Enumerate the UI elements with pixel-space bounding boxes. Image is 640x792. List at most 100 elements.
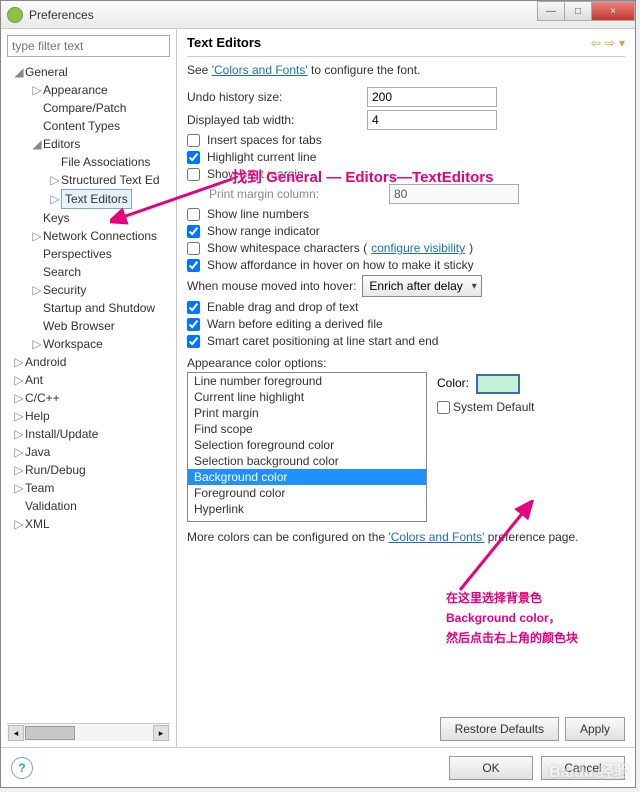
bottom-bar: ? OK Cancel bbox=[1, 747, 635, 787]
tree-editors[interactable]: Editors bbox=[43, 137, 80, 151]
expand-icon[interactable]: ▷ bbox=[31, 81, 43, 99]
maximize-button[interactable]: □ bbox=[564, 1, 592, 21]
tree-install[interactable]: Install/Update bbox=[25, 427, 98, 441]
configure-visibility-link[interactable]: configure visibility bbox=[371, 241, 465, 255]
preferences-tree[interactable]: ◢General ▷Appearance Compare/Patch Conte… bbox=[7, 63, 170, 719]
show-print-margin-checkbox[interactable] bbox=[187, 168, 200, 181]
tree-java[interactable]: Java bbox=[25, 445, 50, 459]
window-buttons: — □ × bbox=[538, 1, 635, 21]
tree-help[interactable]: Help bbox=[25, 409, 50, 423]
tree-startup[interactable]: Startup and Shutdow bbox=[43, 301, 155, 315]
expand-icon[interactable]: ▷ bbox=[13, 461, 25, 479]
tree-android[interactable]: Android bbox=[25, 355, 66, 369]
colors-fonts-link-2[interactable]: 'Colors and Fonts' bbox=[388, 530, 484, 544]
expand-icon[interactable]: ▷ bbox=[13, 353, 25, 371]
tree-texteditors[interactable]: Text Editors bbox=[61, 189, 132, 209]
restore-defaults-button[interactable]: Restore Defaults bbox=[440, 717, 559, 741]
menu-icon[interactable]: ▾ bbox=[619, 36, 625, 50]
tree-network[interactable]: Network Connections bbox=[43, 229, 157, 243]
left-pane: ◢General ▷Appearance Compare/Patch Conte… bbox=[1, 29, 177, 747]
color-swatch[interactable] bbox=[476, 374, 520, 394]
expand-icon[interactable]: ▷ bbox=[13, 515, 25, 533]
tree-fileassoc[interactable]: File Associations bbox=[61, 155, 150, 169]
expand-icon[interactable]: ▷ bbox=[13, 407, 25, 425]
undo-label: Undo history size: bbox=[187, 90, 367, 104]
color-option-item[interactable]: Current line highlight bbox=[188, 389, 426, 405]
color-option-item[interactable]: Foreground color bbox=[188, 485, 426, 501]
color-option-item[interactable]: Line number foreground bbox=[188, 373, 426, 389]
tree-keys[interactable]: Keys bbox=[43, 211, 70, 225]
app-icon bbox=[7, 7, 23, 23]
system-default-checkbox[interactable] bbox=[437, 401, 450, 414]
highlight-line-checkbox[interactable] bbox=[187, 151, 200, 164]
tree-xml[interactable]: XML bbox=[25, 517, 50, 531]
print-margin-label: Print margin column: bbox=[209, 187, 389, 201]
tree-structured[interactable]: Structured Text Ed bbox=[61, 173, 160, 187]
page-title: Text Editors bbox=[187, 35, 261, 50]
tree-validation[interactable]: Validation bbox=[25, 499, 77, 513]
affordance-checkbox[interactable] bbox=[187, 259, 200, 272]
drag-drop-checkbox[interactable] bbox=[187, 301, 200, 314]
tree-general[interactable]: General bbox=[25, 65, 68, 79]
close-button[interactable]: × bbox=[591, 1, 635, 21]
expand-icon[interactable]: ▷ bbox=[13, 389, 25, 407]
apply-button[interactable]: Apply bbox=[565, 717, 625, 741]
forward-icon[interactable]: ⇨ bbox=[605, 36, 615, 50]
titlebar[interactable]: Preferences — □ × bbox=[1, 1, 635, 29]
tab-width-label: Displayed tab width: bbox=[187, 113, 367, 127]
tree-perspectives[interactable]: Perspectives bbox=[43, 247, 112, 261]
expand-icon[interactable]: ▷ bbox=[49, 190, 61, 208]
tree-workspace[interactable]: Workspace bbox=[43, 337, 103, 351]
scroll-right-button[interactable]: ▸ bbox=[153, 725, 169, 741]
expand-icon[interactable]: ▷ bbox=[13, 479, 25, 497]
expand-icon[interactable]: ▷ bbox=[13, 425, 25, 443]
color-option-item[interactable]: Print margin bbox=[188, 405, 426, 421]
insert-spaces-checkbox[interactable] bbox=[187, 134, 200, 147]
expand-icon[interactable]: ◢ bbox=[13, 63, 25, 81]
back-icon[interactable]: ⇦ bbox=[591, 36, 601, 50]
color-option-item[interactable]: Selection foreground color bbox=[188, 437, 426, 453]
tree-search[interactable]: Search bbox=[43, 265, 81, 279]
color-option-item[interactable]: Selection background color bbox=[188, 453, 426, 469]
tree-security[interactable]: Security bbox=[43, 283, 86, 297]
tree-ant[interactable]: Ant bbox=[25, 373, 43, 387]
tree-compare[interactable]: Compare/Patch bbox=[43, 101, 126, 115]
ok-button[interactable]: OK bbox=[449, 756, 533, 780]
expand-icon[interactable]: ▷ bbox=[31, 281, 43, 299]
undo-history-input[interactable] bbox=[367, 87, 497, 107]
warn-derived-checkbox[interactable] bbox=[187, 318, 200, 331]
client-area: ◢General ▷Appearance Compare/Patch Conte… bbox=[1, 29, 635, 747]
expand-icon[interactable]: ▷ bbox=[49, 171, 61, 189]
expand-icon[interactable]: ◢ bbox=[31, 135, 43, 153]
color-option-item[interactable]: Hyperlink bbox=[188, 501, 426, 517]
tree-contenttypes[interactable]: Content Types bbox=[43, 119, 120, 133]
cancel-button[interactable]: Cancel bbox=[541, 756, 625, 780]
minimize-button[interactable]: — bbox=[537, 1, 565, 21]
tab-width-input[interactable] bbox=[367, 110, 497, 130]
color-option-item[interactable]: Find scope bbox=[188, 421, 426, 437]
range-indicator-checkbox[interactable] bbox=[187, 225, 200, 238]
whitespace-checkbox[interactable] bbox=[187, 242, 200, 255]
expand-icon[interactable]: ▷ bbox=[13, 443, 25, 461]
scroll-left-button[interactable]: ◂ bbox=[8, 725, 24, 741]
tree-cpp[interactable]: C/C++ bbox=[25, 391, 60, 405]
expand-icon[interactable]: ▷ bbox=[13, 371, 25, 389]
filter-input[interactable] bbox=[7, 35, 170, 57]
smart-caret-checkbox[interactable] bbox=[187, 335, 200, 348]
expand-icon[interactable]: ▷ bbox=[31, 335, 43, 353]
tree-rundebug[interactable]: Run/Debug bbox=[25, 463, 86, 477]
tree-webbrowser[interactable]: Web Browser bbox=[43, 319, 115, 333]
horizontal-scrollbar[interactable]: ◂ ▸ bbox=[7, 723, 170, 741]
tree-team[interactable]: Team bbox=[25, 481, 54, 495]
preferences-window: Preferences — □ × ◢General ▷Appearance C… bbox=[0, 0, 636, 788]
color-options-list[interactable]: Line number foregroundCurrent line highl… bbox=[187, 372, 427, 522]
scroll-thumb[interactable] bbox=[25, 726, 75, 740]
colors-fonts-link[interactable]: 'Colors and Fonts' bbox=[212, 63, 308, 77]
tree-appearance[interactable]: Appearance bbox=[43, 83, 108, 97]
help-icon[interactable]: ? bbox=[11, 757, 33, 779]
intro-text: See 'Colors and Fonts' to configure the … bbox=[187, 63, 625, 77]
hover-combo[interactable]: Enrich after delay bbox=[362, 275, 481, 297]
color-option-item[interactable]: Background color bbox=[188, 469, 426, 485]
expand-icon[interactable]: ▷ bbox=[31, 227, 43, 245]
line-numbers-checkbox[interactable] bbox=[187, 208, 200, 221]
